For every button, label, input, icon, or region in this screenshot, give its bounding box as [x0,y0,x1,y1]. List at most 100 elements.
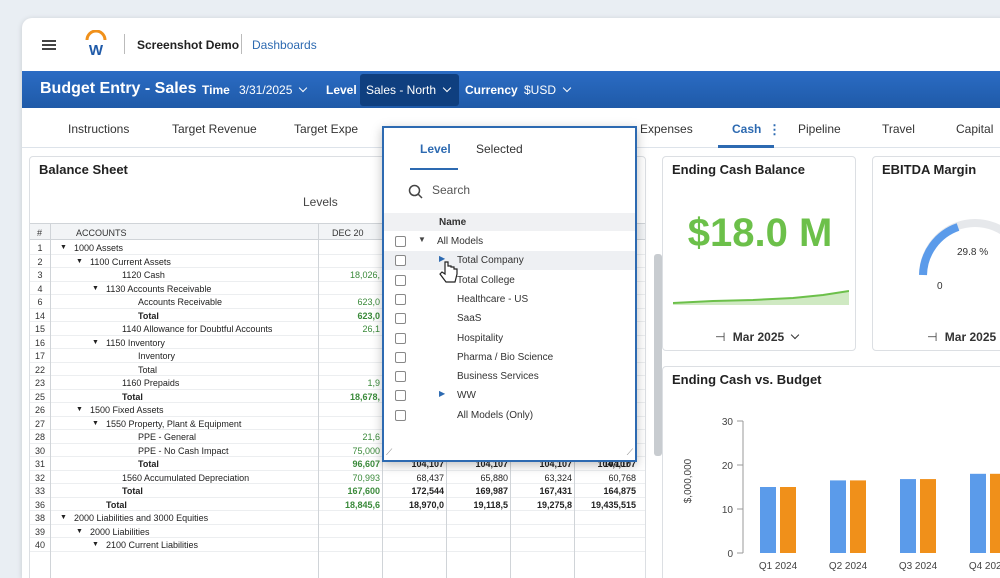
table-cell[interactable]: 19,275,8 [512,500,572,510]
row-number: 31 [34,459,45,469]
table-cell[interactable]: 96,607 [320,459,380,469]
column-divider [50,223,51,578]
caret-right-icon[interactable]: ▶ [439,389,445,398]
table-row: 36 Total 18,845,6 18,970,0 19,118,5 19,275,8 1… [30,498,645,511]
table-cell[interactable]: 60,768 [576,473,636,483]
tab-expenses[interactable]: Expenses [640,122,693,136]
expand-arrow-icon[interactable]: ▼ [92,420,99,427]
resize-handle-icon[interactable]: ⟋ [627,447,633,458]
table-cell[interactable]: 68,437 [384,473,444,483]
expand-arrow-icon[interactable]: ▼ [60,244,67,251]
bar[interactable] [830,480,846,553]
level-list-item[interactable]: Pharma / Bio Science [384,348,635,367]
checkbox[interactable] [395,313,406,325]
tab-cash[interactable]: Cash [732,122,761,136]
checkbox[interactable] [395,274,406,286]
table-cell[interactable]: 1,9 [320,378,380,388]
grid-scrollbar[interactable] [654,254,662,456]
table-cell[interactable]: 169,987 [448,486,508,496]
table-cell[interactable]: 167,600 [320,486,380,496]
level-list-item[interactable]: ▶ Total Company [384,251,635,271]
account-label: 1550 Property, Plant & Equipment [106,418,242,429]
level-list-item[interactable]: Total College [384,271,635,290]
account-label: 2000 Liabilities and 3000 Equities [74,513,209,523]
currency-select[interactable]: $USD [524,83,572,97]
table-cell[interactable]: 18,970,0 [384,500,444,510]
time-select[interactable]: 3/31/2025 [239,83,308,97]
bar[interactable] [970,473,986,553]
table-cell[interactable]: 19,118,5 [448,500,508,510]
level-list-item[interactable]: SaaS [384,309,635,328]
level-name: SaaS [457,313,482,325]
tab-target-revenue[interactable]: Target Revenue [172,122,257,136]
row-number: 16 [34,337,45,348]
table-row: 32 1560 Accumulated Depreciation 70,993 68,… [30,471,645,484]
table-cell[interactable]: 18,026, [320,270,380,280]
resize-handle-icon[interactable]: ⟋ [386,447,392,458]
currency-value: $USD [524,83,557,97]
checkbox[interactable] [395,236,406,247]
checkbox[interactable] [395,255,406,267]
checkbox[interactable] [395,390,406,402]
table-cell[interactable]: 623,0 [320,297,380,307]
search-input[interactable]: Search [432,183,470,197]
checkbox[interactable] [395,409,406,421]
levels-control[interactable]: Levels [303,195,338,209]
level-list-item[interactable]: ▶ WW [384,386,635,405]
table-cell[interactable]: 75,000 [320,446,380,456]
period-select[interactable]: ⊣ Mar 2025 [715,330,800,344]
tab-level[interactable]: Level [420,142,451,156]
tab-capital[interactable]: Capital [956,122,993,136]
bar[interactable] [990,473,1000,553]
table-cell[interactable]: 63,324 [512,473,572,483]
level-select[interactable]: Sales - North [366,83,452,97]
table-cell[interactable]: 164,875 [576,486,636,496]
checkbox[interactable] [395,332,406,344]
row-number: 25 [34,391,45,402]
table-cell[interactable]: 167,431 [512,486,572,496]
level-list-item[interactable]: Healthcare - US [384,290,635,309]
menu-icon[interactable] [42,40,56,50]
level-list-item[interactable]: All Models (Only) [384,406,635,425]
bar[interactable] [920,479,936,553]
table-cell[interactable]: 70,993 [320,473,380,483]
tab-travel[interactable]: Travel [882,122,915,136]
bar[interactable] [850,480,866,553]
expand-arrow-icon[interactable]: ▼ [76,258,83,265]
expand-arrow-icon[interactable]: ▼ [76,528,83,535]
bar[interactable] [760,487,776,553]
workday-logo-icon[interactable]: W [84,30,108,58]
tab-pipeline[interactable]: Pipeline [798,122,841,136]
level-list-item[interactable]: Hospitality [384,329,635,348]
table-cell[interactable]: 18,678, [320,392,380,402]
more-vertical-icon[interactable]: ⋮ [768,122,781,138]
table-cell[interactable]: 26,1 [320,324,380,334]
table-cell[interactable]: 19,435,515 [576,500,636,510]
tab-target-expenses[interactable]: Target Expe [294,122,358,136]
period-select[interactable]: ⊣ Mar 2025 [927,330,996,344]
tab-selected[interactable]: Selected [476,142,523,156]
table-cell[interactable]: 21,6 [320,432,380,442]
caret-down-icon[interactable]: ▼ [418,235,426,244]
card-title: Ending Cash Balance [672,162,805,177]
table-cell[interactable]: 623,0 [320,311,380,321]
col-accounts: ACCOUNTS [76,228,127,238]
table-cell[interactable]: 65,880 [448,473,508,483]
checkbox[interactable] [395,371,406,383]
level-name: All Models (Only) [457,409,534,421]
expand-arrow-icon[interactable]: ▼ [92,285,99,292]
bar[interactable] [900,479,916,553]
checkbox[interactable] [395,351,406,363]
tab-instructions[interactable]: Instructions [68,122,129,136]
checkbox[interactable] [395,293,406,305]
level-list-item[interactable]: ▼ All Models [384,232,635,251]
expand-arrow-icon[interactable]: ▼ [60,514,67,521]
dashboards-link[interactable]: Dashboards [252,38,317,52]
bar[interactable] [780,487,796,553]
expand-arrow-icon[interactable]: ▼ [76,406,83,413]
table-cell[interactable]: 172,544 [384,486,444,496]
expand-arrow-icon[interactable]: ▼ [92,339,99,346]
table-cell[interactable]: 18,845,6 [320,500,380,510]
expand-arrow-icon[interactable]: ▼ [92,541,99,548]
level-list-item[interactable]: Business Services [384,367,635,386]
